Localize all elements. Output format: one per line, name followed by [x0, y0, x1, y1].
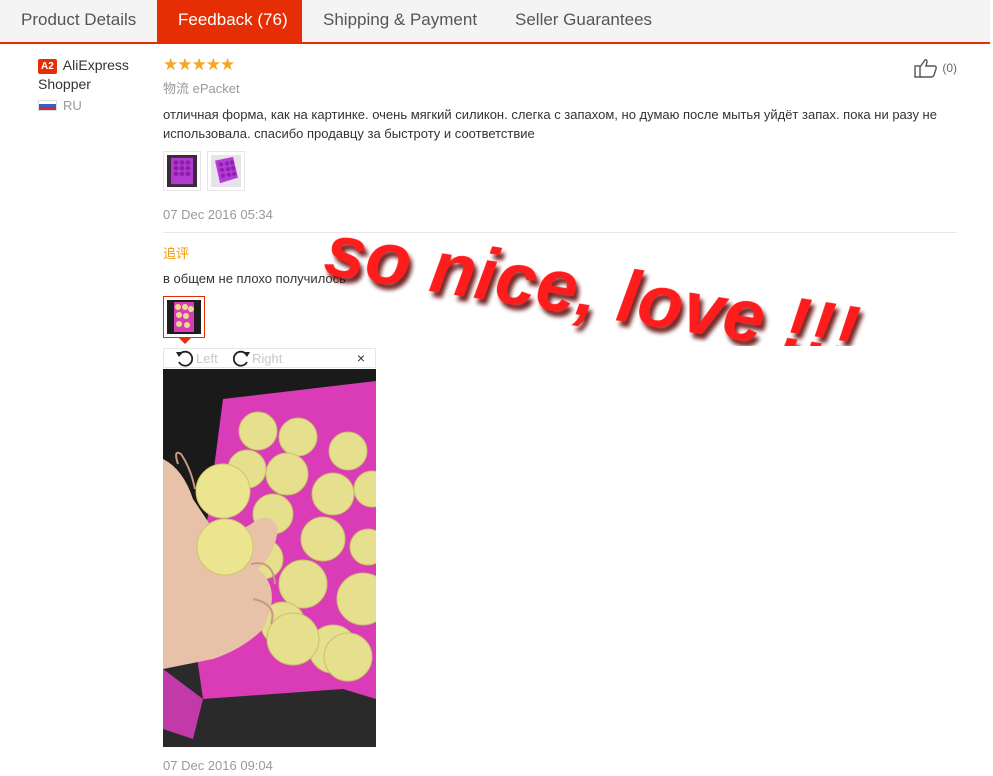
- followup-text: в общем не плохо получилось: [163, 271, 346, 286]
- tab-feedback[interactable]: Feedback (76): [157, 0, 302, 42]
- feedback-date: 07 Dec 2016 05:34: [163, 207, 273, 222]
- photo-thumbnail[interactable]: [207, 151, 245, 191]
- silicone-mold-photo: [167, 155, 197, 187]
- logistics-info: 物流 ePacket: [163, 81, 240, 96]
- reviewer-info: A2 AliExpress Shopper RU: [38, 56, 158, 113]
- divider: [163, 232, 957, 233]
- rotate-left-icon: [176, 350, 194, 367]
- silicone-mold-photo: [211, 155, 241, 187]
- followup-label: 追评: [163, 246, 190, 261]
- tab-shipping-payment[interactable]: Shipping & Payment: [302, 0, 494, 42]
- feedback-photos: [163, 151, 957, 191]
- photo-thumbnail-selected[interactable]: [163, 296, 205, 344]
- reviewer-country: RU: [38, 98, 158, 113]
- tab-product-details[interactable]: Product Details: [0, 0, 157, 42]
- reviewer-name[interactable]: A2 AliExpress Shopper: [38, 56, 158, 94]
- rotate-left-button[interactable]: Left: [174, 349, 218, 368]
- tab-bar: Product Details Feedback (76) Shipping &…: [0, 0, 990, 44]
- followup-photos: [163, 296, 957, 344]
- rotate-right-button[interactable]: Right: [230, 349, 282, 368]
- star-rating: ★★★★★: [163, 55, 235, 74]
- photo-thumbnail[interactable]: [163, 151, 201, 191]
- cake-pops-in-mold-photo: [163, 369, 376, 747]
- level-badge: A2: [38, 59, 57, 74]
- photo-viewer-toolbar: Left Right ×: [163, 348, 376, 368]
- selected-pointer-icon: [179, 338, 191, 344]
- enlarged-photo[interactable]: [163, 369, 376, 747]
- feedback-text: отличная форма, как на картинке. очень м…: [163, 107, 937, 141]
- russia-flag-icon: [38, 100, 57, 111]
- rotate-right-icon: [232, 350, 250, 367]
- feedback-item: ★★★★★ 物流 ePacket отличная форма, как на …: [163, 55, 957, 344]
- followup-date: 07 Dec 2016 09:04: [163, 758, 273, 773]
- close-viewer-icon[interactable]: ×: [357, 350, 365, 366]
- tab-seller-guarantees[interactable]: Seller Guarantees: [494, 0, 694, 42]
- cake-pops-photo: [167, 300, 201, 334]
